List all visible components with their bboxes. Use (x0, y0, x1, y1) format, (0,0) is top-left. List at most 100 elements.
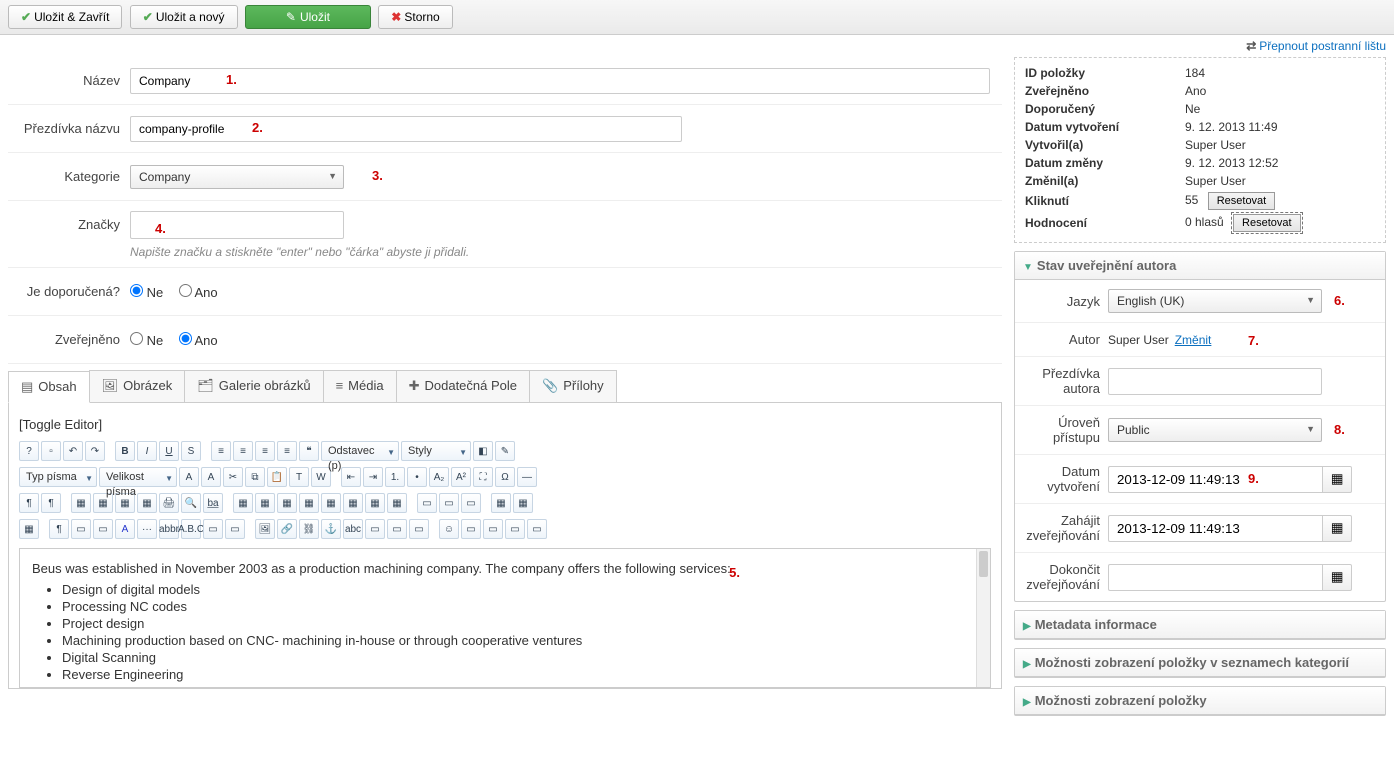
video-icon[interactable]: ▭ (505, 519, 525, 539)
anchor-icon[interactable]: ⚓ (321, 519, 341, 539)
ins-icon[interactable]: ▭ (225, 519, 245, 539)
table-col-icon[interactable]: ▦ (277, 493, 297, 513)
published-ano-radio[interactable]: Ano (179, 333, 218, 348)
table-ins-icon[interactable]: ▦ (299, 493, 319, 513)
table-merge-icon[interactable]: ▦ (343, 493, 363, 513)
toggle-editor-link[interactable]: [Toggle Editor] (19, 417, 991, 432)
search-icon[interactable]: 🔍 (181, 493, 201, 513)
link-icon[interactable]: 🔗 (277, 519, 297, 539)
item-display-header[interactable]: ▶Možnosti zobrazení položky (1015, 687, 1385, 715)
toggle-sidebar-link[interactable]: ⇄Přepnout postranní lištu (1246, 39, 1386, 53)
media-btn-icon[interactable]: ▭ (461, 519, 481, 539)
tags-input[interactable]: 4. (130, 211, 344, 239)
ltr-icon[interactable]: ¶ (19, 493, 39, 513)
save-new-button[interactable]: ✔Uložit a nový (130, 5, 238, 29)
indent-in-icon[interactable]: ⇥ (363, 467, 383, 487)
featured-ne-radio[interactable]: Ne (130, 285, 163, 300)
paste-text-icon[interactable]: T (289, 467, 309, 487)
rtl-icon[interactable]: ¶ (41, 493, 61, 513)
copy-icon[interactable]: ⧉ (245, 467, 265, 487)
guides-icon[interactable]: ▦ (513, 493, 533, 513)
unlink-icon[interactable]: ⛓ (299, 519, 319, 539)
select-all-icon[interactable]: ▦ (19, 519, 39, 539)
styles-select[interactable]: Styly (401, 441, 471, 461)
name-input[interactable] (130, 68, 990, 94)
source-icon[interactable]: ▭ (93, 519, 113, 539)
tab-attach[interactable]: 📎Přílohy (529, 370, 617, 402)
del-icon[interactable]: ▭ (203, 519, 223, 539)
pagebreak-icon[interactable]: ▭ (387, 519, 407, 539)
underline-icon[interactable]: U (159, 441, 179, 461)
align-right-icon[interactable]: ≡ (255, 441, 275, 461)
spellcheck-icon[interactable]: abc (343, 519, 363, 539)
save-button[interactable]: ✎Uložit (245, 5, 371, 29)
table-icon[interactable]: ▦ (233, 493, 253, 513)
list-bullet-icon[interactable]: • (407, 467, 427, 487)
table-del-icon[interactable]: ▦ (321, 493, 341, 513)
align-left-icon[interactable]: ≡ (211, 441, 231, 461)
save-close-button[interactable]: ✔Uložit & Zavřít (8, 5, 122, 29)
listing-header[interactable]: ▶Možnosti zobrazení položky v seznamech … (1015, 649, 1385, 677)
created-date-picker[interactable]: ▦ (1322, 466, 1352, 493)
italic-icon[interactable]: I (137, 441, 157, 461)
table-prop-icon[interactable]: ▦ (387, 493, 407, 513)
quote-icon[interactable]: ❝ (299, 441, 319, 461)
end-publish-input[interactable] (1108, 564, 1322, 591)
author-status-header[interactable]: ▼Stav uveřejnění autora (1015, 252, 1385, 280)
font-size-select[interactable]: Velikost písma (99, 467, 177, 487)
cancel-button[interactable]: ✖Storno (378, 5, 452, 29)
help-icon[interactable]: ? (19, 441, 39, 461)
textcolor-icon[interactable]: A (179, 467, 199, 487)
abbr-icon[interactable]: abbr (159, 519, 179, 539)
undo-icon[interactable]: ↶ (63, 441, 83, 461)
print-icon[interactable]: 🖨 (159, 493, 179, 513)
tab-image[interactable]: 🖼Obrázek (89, 370, 186, 402)
smiley-icon[interactable]: ☺ (439, 519, 459, 539)
cut-icon[interactable]: ✂ (223, 467, 243, 487)
acronym-icon[interactable]: A.B.C (181, 519, 201, 539)
tab-extra[interactable]: ✚Dodatečná Pole (396, 370, 530, 402)
tab-gallery[interactable]: 🗂Galerie obrázků (184, 370, 323, 402)
published-ne-radio[interactable]: Ne (130, 333, 163, 348)
alias-input[interactable] (130, 116, 682, 142)
indent-out-icon[interactable]: ⇤ (341, 467, 361, 487)
category-select[interactable]: Company (130, 165, 344, 189)
align-center-icon[interactable]: ≡ (233, 441, 253, 461)
reset-hits-button[interactable]: Resetovat (1208, 192, 1276, 210)
omega-icon[interactable]: Ω (495, 467, 515, 487)
strike-icon[interactable]: S (181, 441, 201, 461)
grid-icon[interactable]: ▦ (491, 493, 511, 513)
template-icon[interactable]: ▭ (409, 519, 429, 539)
newdoc-icon[interactable]: ▫ (41, 441, 61, 461)
editor-scrollbar[interactable] (976, 549, 990, 687)
font-family-select[interactable]: Typ písma (19, 467, 97, 487)
para-icon[interactable]: ¶ (49, 519, 69, 539)
editor-content[interactable]: Beus was established in November 2003 as… (19, 548, 991, 688)
brush-icon[interactable]: ✎ (495, 441, 515, 461)
start-publish-picker[interactable]: ▦ (1322, 515, 1352, 542)
table-split-icon[interactable]: ▦ (365, 493, 385, 513)
align-justify-icon[interactable]: ≡ (277, 441, 297, 461)
layer1-icon[interactable]: ▦ (71, 493, 91, 513)
attach-icon[interactable]: ▭ (527, 519, 547, 539)
hr-icon[interactable]: — (517, 467, 537, 487)
paste-icon[interactable]: 📋 (267, 467, 287, 487)
cell2-icon[interactable]: ▭ (439, 493, 459, 513)
metadata-header[interactable]: ▶Metadata informace (1015, 611, 1385, 639)
superscript-icon[interactable]: A² (451, 467, 471, 487)
layer4-icon[interactable]: ▦ (137, 493, 157, 513)
created-date-input[interactable] (1108, 466, 1322, 493)
start-publish-input[interactable] (1108, 515, 1322, 542)
tab-content[interactable]: ▤Obsah (8, 371, 90, 403)
fullscreen-icon[interactable]: ⛶ (473, 467, 493, 487)
nbsp-icon[interactable]: ··· (137, 519, 157, 539)
end-publish-picker[interactable]: ▦ (1322, 564, 1352, 591)
table-row-icon[interactable]: ▦ (255, 493, 275, 513)
redo-icon[interactable]: ↷ (85, 441, 105, 461)
bgcolor-icon[interactable]: A (201, 467, 221, 487)
lang-select[interactable]: English (UK) (1108, 289, 1322, 313)
subscript-icon[interactable]: A₂ (429, 467, 449, 487)
author-change-link[interactable]: Změnit (1175, 333, 1212, 347)
access-select[interactable]: Public (1108, 418, 1322, 442)
reset-rating-button[interactable]: Resetovat (1233, 214, 1301, 232)
